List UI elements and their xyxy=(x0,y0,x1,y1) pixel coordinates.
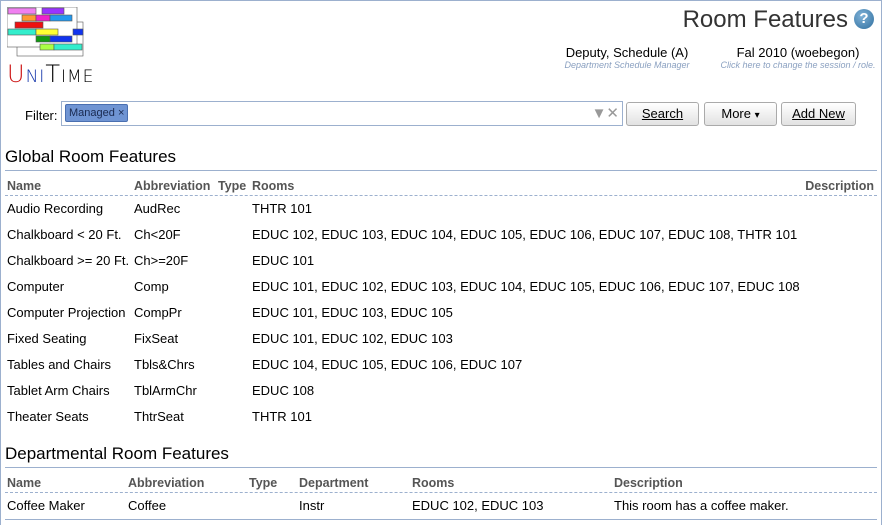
cell-abbr: Ch>=20F xyxy=(134,253,189,268)
search-label: Search xyxy=(641,106,684,121)
cell-rooms: EDUC 101, EDUC 102, EDUC 103 xyxy=(252,331,453,346)
cell-rooms: EDUC 101, EDUC 102, EDUC 103, EDUC 104, … xyxy=(252,279,800,294)
cell-rooms: EDUC 102, EDUC 103 xyxy=(412,498,544,513)
session-info[interactable]: Fal 2010 (woebegon) Click here to change… xyxy=(718,45,878,70)
user-info[interactable]: Deputy, Schedule (A) Department Schedule… xyxy=(562,45,692,70)
cell-name: Coffee Maker xyxy=(7,498,85,513)
global-features-header: Global Room Features xyxy=(5,147,877,171)
unitime-logo xyxy=(7,7,84,57)
cell-abbr: CompPr xyxy=(134,305,182,320)
column-header-description[interactable]: Description xyxy=(614,476,683,490)
cell-abbr: ThtrSeat xyxy=(134,409,184,424)
cell-name: Computer xyxy=(7,279,65,294)
column-header-name[interactable]: Name xyxy=(7,476,41,490)
filter-chip-managed: Managed × xyxy=(65,104,129,122)
cell-abbr: FixSeat xyxy=(134,331,179,346)
cell-abbr: Ch<20F xyxy=(134,227,181,242)
chip-remove-icon[interactable]: × xyxy=(118,107,124,119)
cell-name: Theater Seats xyxy=(7,409,89,424)
filter-input[interactable]: Managed × ▼✕ xyxy=(61,101,623,126)
cell-abbr: TblArmChr xyxy=(134,383,197,398)
column-header-abbreviation[interactable]: Abbreviation xyxy=(128,476,204,490)
help-icon[interactable]: ? xyxy=(854,9,874,29)
cell-name: Tables and Chairs xyxy=(7,357,112,372)
departmental-features-header: Departmental Room Features xyxy=(5,444,877,468)
unitime-wordmark: UNITIME xyxy=(7,60,95,88)
column-header-type[interactable]: Type xyxy=(249,476,277,490)
dropdown-icon[interactable]: ▼ xyxy=(592,105,607,122)
add-new-button[interactable]: Add New xyxy=(781,102,856,126)
cell-abbr: Coffee xyxy=(128,498,167,513)
more-button[interactable]: More ▾ xyxy=(704,102,777,126)
chip-label: Managed xyxy=(69,107,115,119)
table-bottom-border xyxy=(5,519,877,520)
search-button[interactable]: Search xyxy=(626,102,699,126)
cell-abbr: Tbls&Chrs xyxy=(134,357,195,372)
cell-rooms: THTR 101 xyxy=(252,409,312,424)
column-header-abbreviation[interactable]: Abbreviation xyxy=(134,179,210,193)
cell-rooms: EDUC 104, EDUC 105, EDUC 106, EDUC 107 xyxy=(252,357,523,372)
cell-name: Audio Recording xyxy=(7,201,104,216)
header-divider xyxy=(5,492,877,493)
more-label: More xyxy=(721,106,751,121)
column-header-rooms[interactable]: Rooms xyxy=(412,476,454,490)
user-role: Department Schedule Manager xyxy=(564,60,690,70)
column-header-department[interactable]: Department xyxy=(299,476,368,490)
header-divider xyxy=(5,195,877,196)
cell-desc: This room has a coffee maker. xyxy=(614,498,789,513)
column-header-type[interactable]: Type xyxy=(218,179,246,193)
cell-name: Computer Projection xyxy=(7,305,126,320)
more-arrow-icon: ▾ xyxy=(754,110,760,121)
cell-name: Fixed Seating xyxy=(7,331,87,346)
cell-abbr: Comp xyxy=(134,279,169,294)
column-header-rooms[interactable]: Rooms xyxy=(252,179,294,193)
clear-icon[interactable]: ✕ xyxy=(606,105,619,122)
page-title: Room Features xyxy=(682,6,848,33)
cell-name: Chalkboard < 20 Ft. xyxy=(7,227,122,242)
cell-dept: Instr xyxy=(299,498,325,513)
session-name: Fal 2010 (woebegon) xyxy=(736,45,860,60)
cell-name: Chalkboard >= 20 Ft. xyxy=(7,253,130,268)
cell-name: Tablet Arm Chairs xyxy=(7,383,110,398)
column-header-description[interactable]: Description xyxy=(805,179,874,193)
cell-rooms: EDUC 101 xyxy=(252,253,315,268)
session-hint: Click here to change the session / role. xyxy=(720,60,876,70)
column-header-name[interactable]: Name xyxy=(7,179,41,193)
filter-label: Filter: xyxy=(25,108,58,123)
cell-rooms: EDUC 102, EDUC 103, EDUC 104, EDUC 105, … xyxy=(252,227,798,242)
cell-rooms: THTR 101 xyxy=(252,201,312,216)
user-name: Deputy, Schedule (A) xyxy=(565,45,689,60)
cell-abbr: AudRec xyxy=(134,201,181,216)
cell-rooms: EDUC 101, EDUC 103, EDUC 105 xyxy=(252,305,453,320)
cell-rooms: EDUC 108 xyxy=(252,383,315,398)
add-new-label: Add New xyxy=(792,106,845,121)
